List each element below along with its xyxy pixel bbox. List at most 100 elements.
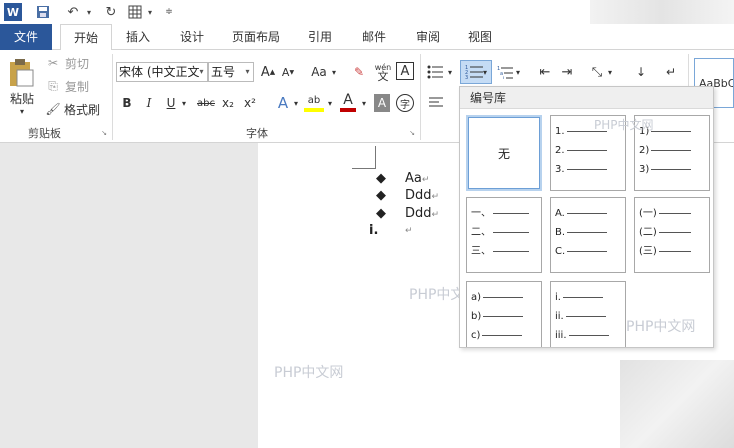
cut-icon[interactable]: ✂	[46, 56, 60, 70]
numbering-button[interactable]: 123 ▾	[460, 60, 492, 84]
strikethrough-button[interactable]: abc	[196, 94, 216, 112]
list-item[interactable]: Ddd↵	[405, 206, 439, 223]
undo-dropdown-icon[interactable]: ▾	[84, 3, 94, 21]
number-label: 二、	[471, 227, 491, 238]
undo-icon[interactable]: ↶	[64, 3, 82, 21]
tab-file[interactable]: 文件	[0, 24, 52, 50]
number-label: iii.	[555, 330, 567, 341]
phonetic-guide-button[interactable]: wén 文	[372, 60, 394, 84]
font-color-button[interactable]: A	[340, 92, 356, 112]
sort-icon[interactable]: ↓	[632, 62, 650, 82]
clipboard-group-label: 剪贴板	[28, 127, 61, 140]
paste-icon[interactable]	[6, 58, 36, 88]
bullets-dropdown-icon[interactable]: ▾	[446, 62, 454, 82]
number-label: B.	[555, 227, 566, 238]
underline-button[interactable]: U	[164, 94, 178, 112]
underline-dropdown-icon[interactable]: ▾	[180, 94, 188, 112]
number-label: (三)	[639, 246, 657, 257]
change-case-button[interactable]: Aa	[308, 62, 330, 82]
increase-indent-icon[interactable]: ⇥	[558, 62, 576, 82]
bullet-marker: ◆	[376, 206, 386, 221]
number-label: ii.	[555, 311, 564, 322]
number-label: A.	[555, 208, 565, 219]
tab-home[interactable]: 开始	[60, 24, 112, 51]
save-icon[interactable]	[34, 3, 52, 21]
grow-font-button[interactable]: A ▲	[260, 62, 276, 82]
text-effects-dropdown-icon[interactable]: ▾	[292, 94, 300, 112]
paste-dropdown-icon[interactable]: ▾	[16, 106, 28, 116]
copy-button[interactable]: 复制	[62, 79, 92, 94]
character-border-button[interactable]: A	[396, 62, 414, 80]
bullet-marker: ◆	[376, 188, 386, 203]
redo-icon[interactable]: ↻	[102, 3, 120, 21]
font-size-select[interactable]: 五号 ▾	[208, 62, 254, 82]
multilevel-list-dropdown-icon[interactable]: ▾	[514, 62, 522, 82]
highlight-dropdown-icon[interactable]: ▾	[326, 94, 334, 112]
table-icon[interactable]	[126, 3, 144, 21]
cut-button[interactable]: 剪切	[62, 56, 92, 71]
character-shading-button[interactable]: A	[374, 94, 390, 112]
table-dropdown-icon[interactable]: ▾	[145, 3, 155, 21]
tab-design[interactable]: 设计	[170, 24, 214, 50]
italic-button[interactable]: I	[142, 94, 156, 112]
change-case-dropdown-icon[interactable]: ▾	[330, 62, 338, 82]
list-item-text: Ddd	[405, 188, 432, 203]
list-item-text: Ddd	[405, 206, 432, 221]
format-painter-icon[interactable]: 🖌	[45, 102, 60, 116]
watermark-text: PHP中文网	[274, 365, 344, 381]
tab-insert[interactable]: 插入	[116, 24, 160, 50]
numbering-option-chinese-paren[interactable]: (一) (二) (三)	[634, 197, 710, 273]
chinese-layout-icon[interactable]: ⤡	[588, 62, 606, 82]
separator	[420, 54, 421, 140]
bold-button[interactable]: B	[120, 94, 134, 112]
chinese-layout-dropdown-icon[interactable]: ▾	[606, 62, 614, 82]
show-marks-icon[interactable]: ↵	[662, 62, 680, 82]
clear-formatting-icon[interactable]: ✎	[350, 62, 368, 82]
chevron-down-icon: ▾	[245, 67, 250, 76]
highlight-button[interactable]: ab	[304, 92, 324, 112]
tab-mailings[interactable]: 邮件	[352, 24, 396, 50]
numbering-none-option[interactable]: 无	[466, 115, 542, 191]
numbering-library-dropdown: 编号库 无 1. 2. 3. 1) 2) 3) 一、 二、 三、 A. B. C…	[459, 86, 714, 348]
tab-view[interactable]: 视图	[458, 24, 502, 50]
svg-text:3: 3	[465, 75, 468, 80]
list-item[interactable]: Aa↵	[405, 171, 429, 188]
copy-icon[interactable]: ⎘	[46, 79, 60, 93]
align-left-icon[interactable]	[428, 94, 444, 112]
clipboard-launcher-icon[interactable]: ↘	[100, 129, 108, 137]
numbering-option-lowercase-paren[interactable]: a) b) c)	[466, 281, 542, 347]
font-family-value: 宋体 (中文正文	[119, 65, 200, 79]
bullet-marker: ◆	[376, 171, 386, 186]
watermark-text: PHP中文网	[594, 118, 654, 132]
shrink-font-button[interactable]: A ▼	[280, 62, 296, 82]
decrease-indent-icon[interactable]: ⇤	[536, 62, 554, 82]
paragraph-mark: ↵	[421, 175, 430, 185]
list-item[interactable]: Ddd↵	[405, 188, 439, 205]
paste-button[interactable]: 粘贴	[6, 90, 38, 106]
font-family-select[interactable]: 宋体 (中文正文 ▾	[116, 62, 208, 82]
number-label: a)	[471, 292, 482, 303]
enclose-characters-button[interactable]: 字	[396, 94, 414, 112]
format-painter-button[interactable]: 格式刷	[62, 102, 102, 117]
subscript-button[interactable]: x₂	[220, 94, 236, 112]
numbering-option-chinese[interactable]: 一、 二、 三、	[466, 197, 542, 273]
number-label: C.	[555, 246, 566, 257]
customize-icon[interactable]: ≑	[164, 3, 174, 21]
chevron-down-icon: ▾	[199, 67, 204, 76]
word-logo-icon: W	[4, 3, 22, 21]
number-label: (二)	[639, 227, 657, 238]
number-label: 3)	[639, 164, 650, 175]
tab-page-layout[interactable]: 页面布局	[224, 24, 288, 50]
font-launcher-icon[interactable]: ↘	[408, 129, 416, 137]
bullets-icon[interactable]	[426, 62, 444, 82]
paragraph-mark: ↵	[431, 192, 440, 202]
font-color-dropdown-icon[interactable]: ▾	[360, 94, 368, 112]
numbering-option-roman[interactable]: i. ii. iii.	[550, 281, 626, 347]
blurred-region	[620, 360, 734, 448]
superscript-button[interactable]: x²	[242, 94, 258, 112]
numbering-option-uppercase[interactable]: A. B. C.	[550, 197, 626, 273]
text-effects-button[interactable]: A	[274, 94, 292, 112]
tab-review[interactable]: 审阅	[406, 24, 450, 50]
multilevel-list-icon[interactable]: 1ai	[496, 62, 514, 82]
tab-references[interactable]: 引用	[300, 24, 340, 50]
